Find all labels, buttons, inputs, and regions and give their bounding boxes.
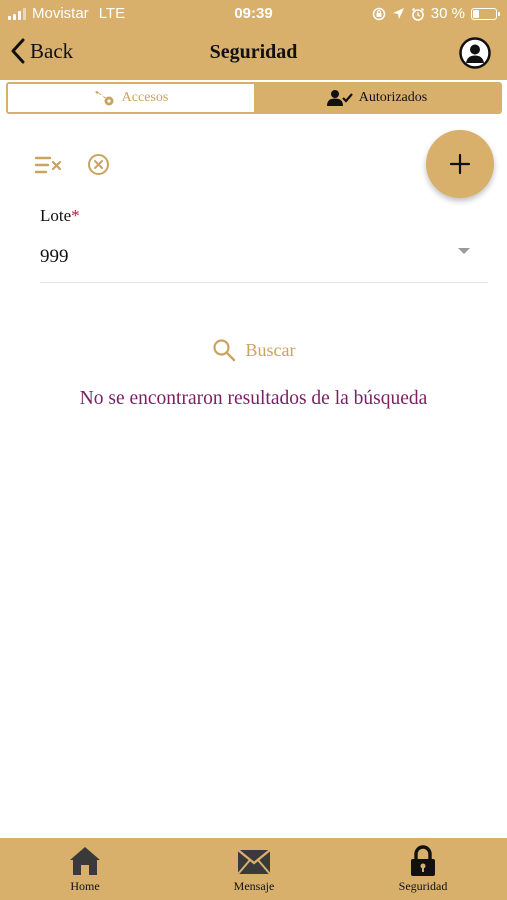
bottom-tab-home[interactable]: Home [55,838,115,900]
location-icon [392,8,404,19]
key-icon [94,91,114,106]
bottom-tab-mensaje-label: Mensaje [233,879,275,893]
status-bar: Movistar LTE 09:39 30 % [0,0,507,28]
bottom-tab-home-label: Home [70,879,100,893]
tab-accesos[interactable]: Accesos [8,84,254,112]
lote-label-text: Lote [40,206,72,225]
search-icon [212,339,235,362]
user-check-icon [326,90,353,106]
battery-icon [471,7,500,20]
screen-lock-icon [372,7,386,20]
bottom-tab-seguridad[interactable]: Seguridad [388,838,458,900]
lote-select-value[interactable]: 999 [40,246,69,268]
close-circle-icon[interactable] [87,153,110,176]
add-button[interactable] [426,130,494,198]
clear-filters-icon[interactable] [34,155,62,175]
tab-autorizados[interactable]: Autorizados [254,84,500,112]
user-circle-icon[interactable] [459,37,491,69]
home-icon [70,847,100,875]
tab-autorizados-label: Autorizados [358,90,428,105]
bottom-tab-mensaje[interactable]: Mensaje [219,838,289,900]
lock-icon [411,845,435,876]
envelope-icon [237,849,271,875]
no-results-message: No se encontraron resultados de la búsqu… [79,388,428,409]
search-label: Buscar [245,339,296,360]
page-title: Seguridad [209,41,298,63]
battery-fill [473,9,479,18]
status-right: 30 % [372,5,500,22]
bottom-tab-bar: Home Mensaje Seguridad [0,838,507,900]
battery-label: 30 % [430,5,465,22]
plus-icon [449,153,471,175]
required-mark: * [71,206,80,225]
segment-tabs: Accesos Autorizados [6,82,502,114]
tab-accesos-label: Accesos [121,90,169,105]
app-header: Movistar LTE 09:39 30 % Back Seguridad [0,0,507,80]
lote-underline [40,282,488,283]
navigation-bar: Back Seguridad [0,28,507,78]
lote-label: Lote* [40,206,80,226]
bottom-tab-seguridad-label: Seguridad [398,879,448,893]
chevron-down-icon[interactable] [458,248,470,254]
alarm-icon [411,7,424,21]
search-button[interactable]: Buscar [0,338,507,362]
